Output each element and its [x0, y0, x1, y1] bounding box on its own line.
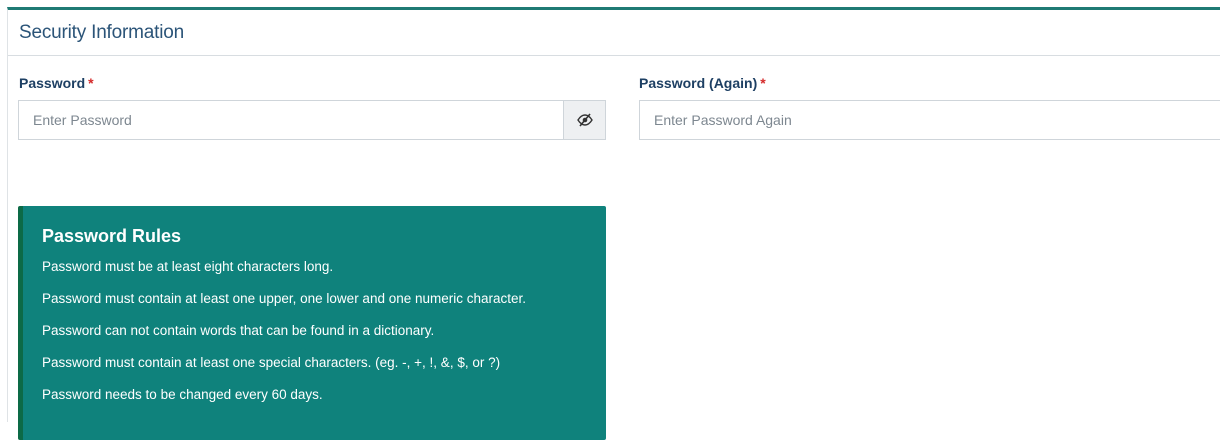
eye-slash-icon [576, 113, 593, 127]
password-rule-item: Password must contain at least one speci… [42, 355, 501, 370]
password-rule-item: Password can not contain words that can … [42, 323, 435, 338]
password-label-text: Password [19, 75, 86, 91]
panel-title: Security Information [19, 21, 184, 43]
password-rule-item: Password must contain at least one upper… [42, 291, 527, 306]
password-input[interactable] [19, 101, 563, 139]
security-information-panel: Security Information Password * Password … [7, 7, 1220, 440]
password-label: Password * [19, 75, 94, 91]
password-rules-box: Password Rules Password must be at least… [18, 206, 606, 440]
password-rule-item: Password needs to be changed every 60 da… [42, 387, 323, 402]
panel-header: Security Information [8, 10, 1220, 56]
password-again-input-group [639, 100, 1220, 140]
password-again-label: Password (Again) * [639, 75, 766, 91]
password-again-input[interactable] [640, 101, 1220, 139]
password-again-label-text: Password (Again) [639, 75, 758, 91]
password-input-group [18, 100, 606, 140]
password-rule-item: Password must be at least eight characte… [42, 259, 334, 274]
password-rules-title: Password Rules [42, 226, 182, 246]
password-required-star: * [88, 75, 94, 91]
password-visibility-toggle[interactable] [563, 101, 605, 139]
password-again-required-star: * [760, 75, 766, 91]
